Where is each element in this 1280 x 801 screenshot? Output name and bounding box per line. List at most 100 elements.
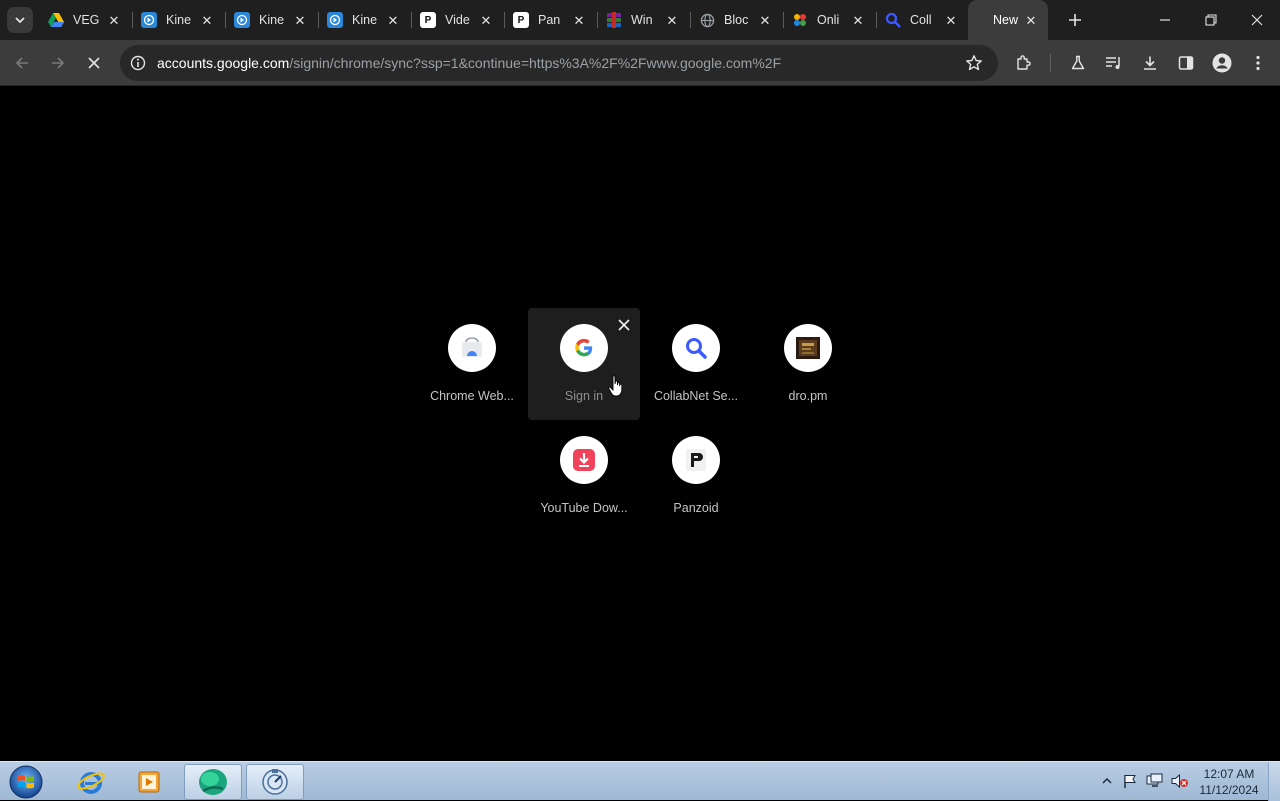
extensions-button[interactable] <box>1012 51 1036 75</box>
shortcut-icon-circle <box>672 324 720 372</box>
restore-button[interactable] <box>1188 0 1234 40</box>
shortcut-tile[interactable]: CollabNet Se... <box>640 308 752 420</box>
tab-title: Pan <box>538 13 561 27</box>
shortcut-tile[interactable]: Sign in <box>528 308 640 420</box>
shortcut-icon-circle <box>560 436 608 484</box>
tab[interactable]: P Pan ✕ <box>505 0 598 40</box>
kebab-menu-icon <box>1256 55 1260 71</box>
panzoid-icon <box>686 449 706 471</box>
tab[interactable]: Kine ✕ <box>319 0 412 40</box>
shortcut-tile[interactable]: Chrome Web... <box>416 308 528 420</box>
taskbar-clock[interactable]: 12:07 AM 11/12/2024 <box>1196 766 1262 798</box>
globe-icon <box>699 12 715 28</box>
close-icon[interactable]: ✕ <box>665 13 679 27</box>
close-icon[interactable]: ✕ <box>944 13 958 27</box>
tab-active[interactable]: New ✕ <box>968 0 1048 40</box>
show-desktop-button[interactable] <box>1268 762 1280 801</box>
tab[interactable]: Win ✕ <box>598 0 691 40</box>
tab-title: Kine <box>352 13 378 27</box>
downloads-button[interactable] <box>1138 51 1162 75</box>
tab-title: Kine <box>259 13 285 27</box>
labs-button[interactable] <box>1066 51 1090 75</box>
url-path: /signin/chrome/sync?ssp=1&continue=https… <box>289 55 782 71</box>
search-icon <box>885 12 901 28</box>
shortcut-icon-circle <box>784 324 832 372</box>
show-hidden-icons-button[interactable] <box>1098 772 1116 790</box>
media-queue-icon <box>1106 57 1120 69</box>
address-bar[interactable]: accounts.google.com/signin/chrome/sync?s… <box>120 45 998 81</box>
hand-cursor-icon <box>608 375 623 397</box>
arrow-left-icon <box>15 57 28 69</box>
forward-button[interactable] <box>46 51 70 75</box>
tab-title: Win <box>631 13 653 27</box>
url-text[interactable]: accounts.google.com/signin/chrome/sync?s… <box>157 55 781 71</box>
tab[interactable]: P Vide ✕ <box>412 0 505 40</box>
tab[interactable]: Bloc ✕ <box>691 0 784 40</box>
shortcut-icon-circle <box>560 324 608 372</box>
shortcut-tile[interactable]: dro.pm <box>752 308 864 420</box>
shortcut-label: CollabNet Se... <box>653 389 739 403</box>
star-icon <box>966 55 982 71</box>
minimize-button[interactable] <box>1142 0 1188 40</box>
app-icon <box>262 769 288 795</box>
close-icon[interactable]: ✕ <box>851 13 865 27</box>
shortcut-label: YouTube Dow... <box>540 501 628 515</box>
tab-title: Coll <box>910 13 932 27</box>
stop-loading-button[interactable] <box>82 51 106 75</box>
shortcut-tile[interactable]: Panzoid <box>640 420 752 532</box>
close-icon[interactable]: ✕ <box>1024 13 1038 27</box>
close-icon[interactable]: ✕ <box>479 13 493 27</box>
volume-tray-icon[interactable] <box>1171 772 1189 790</box>
tab-search-button[interactable] <box>7 7 33 33</box>
kinemaster-icon <box>234 12 250 28</box>
minimize-icon <box>1160 19 1170 21</box>
windows-taskbar: 12:07 AM 11/12/2024 <box>0 761 1280 801</box>
tab-title: Kine <box>166 13 192 27</box>
flask-icon <box>1071 55 1085 70</box>
close-icon[interactable]: ✕ <box>758 13 772 27</box>
clock-time: 12:07 AM <box>1203 767 1255 781</box>
tab[interactable]: Kine ✕ <box>226 0 319 40</box>
tab-strip: VEG ✕ Kine ✕ Kine ✕ Kine ✕ P Vide ✕ P Pa… <box>0 0 1280 40</box>
close-icon[interactable]: ✕ <box>293 13 307 27</box>
side-panel-button[interactable] <box>1174 51 1198 75</box>
close-window-button[interactable] <box>1234 0 1280 40</box>
download-icon <box>1144 56 1156 70</box>
side-panel-icon <box>1178 56 1194 70</box>
start-button[interactable] <box>6 763 46 801</box>
back-button[interactable] <box>10 51 34 75</box>
panzoid-icon: P <box>420 12 436 28</box>
google-drive-icon <box>48 12 64 28</box>
bookmark-star-button[interactable] <box>964 53 984 73</box>
site-info-button[interactable] <box>128 53 148 73</box>
shortcut-icon-circle <box>672 436 720 484</box>
tab-title: Vide <box>445 13 470 27</box>
taskbar-app[interactable] <box>122 764 180 800</box>
arrow-right-icon <box>52 57 65 69</box>
restore-icon <box>1205 14 1217 26</box>
close-icon[interactable]: ✕ <box>107 13 121 27</box>
tab[interactable]: Coll ✕ <box>877 0 970 40</box>
remove-shortcut-button[interactable] <box>616 317 632 333</box>
close-icon[interactable]: ✕ <box>572 13 586 27</box>
close-icon[interactable]: ✕ <box>386 13 400 27</box>
network-tray-icon[interactable] <box>1146 772 1164 790</box>
media-controls-button[interactable] <box>1102 51 1126 75</box>
winrar-icon <box>606 12 622 28</box>
close-icon[interactable]: ✕ <box>200 13 214 27</box>
menu-button[interactable] <box>1246 51 1270 75</box>
tab-title: Bloc <box>724 13 749 27</box>
panzoid-icon: P <box>513 12 529 28</box>
new-tab-button[interactable] <box>1064 8 1086 32</box>
taskbar-app[interactable] <box>62 764 120 800</box>
taskbar-app-active[interactable] <box>184 764 242 800</box>
dots-icon <box>792 12 808 28</box>
profile-button[interactable] <box>1210 51 1234 75</box>
tab[interactable]: Kine ✕ <box>133 0 226 40</box>
tab[interactable]: VEG ✕ <box>40 0 133 40</box>
shortcut-tile[interactable]: YouTube Dow... <box>528 420 640 532</box>
taskbar-app-active[interactable] <box>246 764 304 800</box>
tab[interactable]: Onli ✕ <box>784 0 877 40</box>
search-icon <box>686 338 707 359</box>
action-center-tray-icon[interactable] <box>1121 772 1139 790</box>
